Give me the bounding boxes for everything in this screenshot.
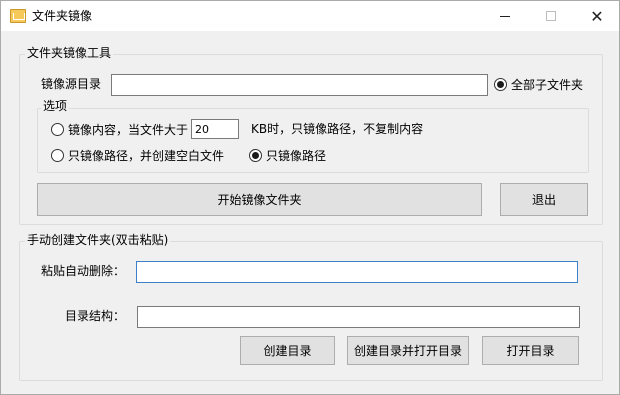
- folder-icon: [10, 9, 26, 23]
- all-subfolders-label: 全部子文件夹: [511, 78, 584, 92]
- minimize-icon: [500, 15, 510, 17]
- mirror-content-radio[interactable]: 镜像内容，当文件大于: [51, 121, 188, 138]
- maximize-icon: [546, 11, 556, 21]
- radio-unselected-icon: [51, 123, 64, 136]
- paste-label: 粘贴自动删除：: [41, 264, 126, 278]
- size-suffix-label: KB时，只镜像路径，不复制内容: [251, 122, 424, 136]
- path-empty-files-radio[interactable]: 只镜像路径，并创建空白文件: [51, 147, 224, 164]
- close-icon: ✕: [590, 6, 604, 26]
- create-open-dir-button[interactable]: 创建目录并打开目录: [347, 336, 469, 365]
- size-threshold-input[interactable]: [191, 119, 239, 139]
- options-legend: 选项: [41, 99, 70, 113]
- structure-label: 目录结构：: [65, 309, 126, 323]
- start-mirror-button[interactable]: 开始镜像文件夹: [37, 183, 482, 216]
- app-window: 文件夹镜像 ✕ 文件夹镜像工具 镜像源目录 全部子文件夹 选项 镜像内容，当文件…: [0, 0, 620, 395]
- mirror-tool-legend: 文件夹镜像工具: [25, 46, 114, 60]
- path-only-label: 只镜像路径: [266, 149, 327, 163]
- close-button[interactable]: ✕: [574, 1, 620, 31]
- radio-selected-icon: [249, 149, 262, 162]
- window-title: 文件夹镜像: [32, 9, 93, 23]
- path-empty-files-label: 只镜像路径，并创建空白文件: [68, 149, 225, 163]
- maximize-button[interactable]: [528, 1, 574, 31]
- radio-unselected-icon: [51, 149, 64, 162]
- mirror-content-label: 镜像内容，当文件大于: [68, 123, 189, 137]
- path-only-radio[interactable]: 只镜像路径: [249, 147, 326, 164]
- create-dir-button[interactable]: 创建目录: [240, 336, 335, 365]
- minimize-button[interactable]: [482, 1, 528, 31]
- source-dir-input[interactable]: [111, 74, 488, 96]
- exit-button[interactable]: 退出: [500, 183, 588, 216]
- title-bar[interactable]: 文件夹镜像 ✕: [1, 1, 619, 31]
- open-dir-button[interactable]: 打开目录: [482, 336, 579, 365]
- source-dir-label: 镜像源目录: [41, 77, 102, 91]
- structure-input[interactable]: [137, 306, 580, 328]
- radio-selected-icon: [494, 78, 507, 91]
- paste-input[interactable]: [136, 261, 578, 283]
- manual-create-legend: 手动创建文件夹(双击粘贴): [25, 233, 171, 247]
- all-subfolders-radio[interactable]: 全部子文件夹: [494, 76, 583, 93]
